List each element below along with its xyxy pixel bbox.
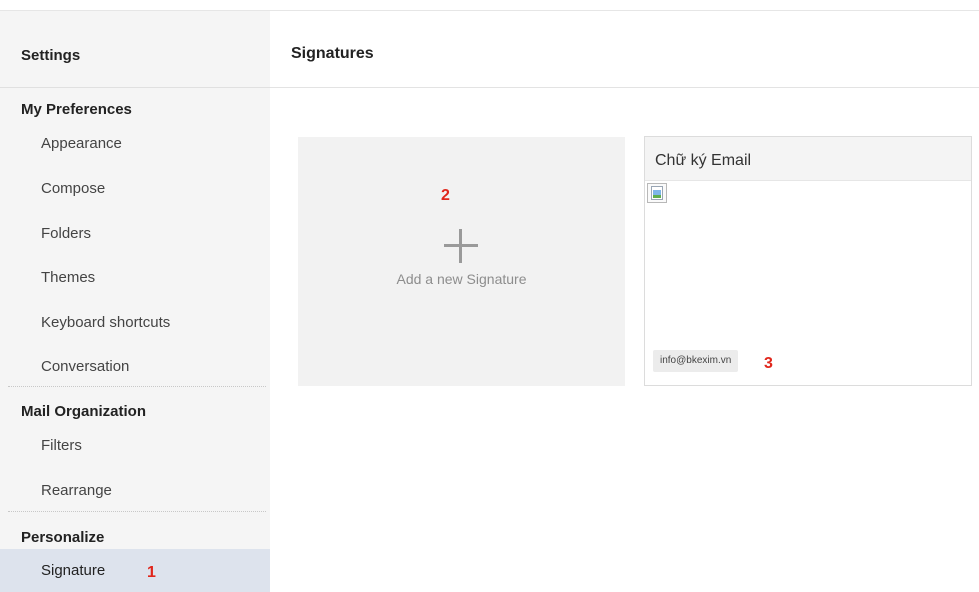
sidebar-item-label: Rearrange bbox=[41, 482, 112, 499]
annotation-number: 2 bbox=[441, 187, 450, 204]
section-heading-mail-organization: Mail Organization bbox=[21, 403, 147, 420]
sidebar-item-label: Themes bbox=[41, 269, 96, 286]
section-separator bbox=[8, 511, 266, 512]
page-title: Signatures bbox=[291, 45, 374, 62]
signature-email-tag: info@bkexim.vn bbox=[653, 350, 739, 372]
sidebar-item-label: Compose bbox=[41, 180, 106, 197]
sidebar-item-label: Keyboard shortcuts bbox=[41, 314, 171, 331]
sidebar-title-divider bbox=[0, 87, 270, 88]
section-heading-my-preferences: My Preferences bbox=[21, 101, 132, 118]
annotation-number: 3 bbox=[764, 355, 773, 372]
sidebar-item-folders[interactable]: Folders bbox=[0, 217, 270, 251]
add-signature-label: Add a new Signature bbox=[396, 271, 527, 287]
signature-title: Chữ ký Email bbox=[655, 152, 752, 169]
sidebar-item-compose[interactable]: Compose bbox=[0, 172, 270, 206]
sidebar-item-themes[interactable]: Themes bbox=[0, 261, 270, 295]
section-heading-personalize: Personalize bbox=[21, 529, 105, 546]
main-header: Signatures bbox=[270, 11, 979, 88]
sidebar-item-keyboard-shortcuts[interactable]: Keyboard shortcuts bbox=[0, 306, 270, 340]
sidebar-item-label: Conversation bbox=[41, 358, 130, 375]
sidebar-item-signature[interactable]: Signature 1 bbox=[0, 549, 270, 592]
sidebar-item-label: Appearance bbox=[41, 135, 122, 152]
sidebar-item-label: Filters bbox=[41, 437, 82, 454]
signature-card[interactable]: Chữ ký Email info@bkexim.vn 3 bbox=[644, 136, 972, 386]
sidebar-item-appearance[interactable]: Appearance bbox=[0, 127, 270, 161]
broken-image-icon bbox=[647, 183, 667, 203]
sidebar-title: Settings bbox=[21, 47, 81, 64]
annotation-number: 1 bbox=[147, 564, 156, 581]
section-separator bbox=[8, 386, 266, 387]
plus-icon bbox=[444, 229, 478, 263]
sidebar-item-conversation[interactable]: Conversation bbox=[0, 350, 270, 384]
sidebar-item-label: Folders bbox=[41, 225, 92, 242]
signature-card-header: Chữ ký Email bbox=[645, 137, 971, 181]
settings-sidebar: Settings My Preferences Appearance Compo… bbox=[0, 11, 270, 592]
sidebar-item-rearrange[interactable]: Rearrange bbox=[0, 474, 270, 508]
add-signature-card[interactable]: 2 Add a new Signature bbox=[298, 137, 625, 386]
sidebar-item-filters[interactable]: Filters bbox=[0, 429, 270, 463]
sidebar-item-label: Signature bbox=[41, 562, 106, 579]
